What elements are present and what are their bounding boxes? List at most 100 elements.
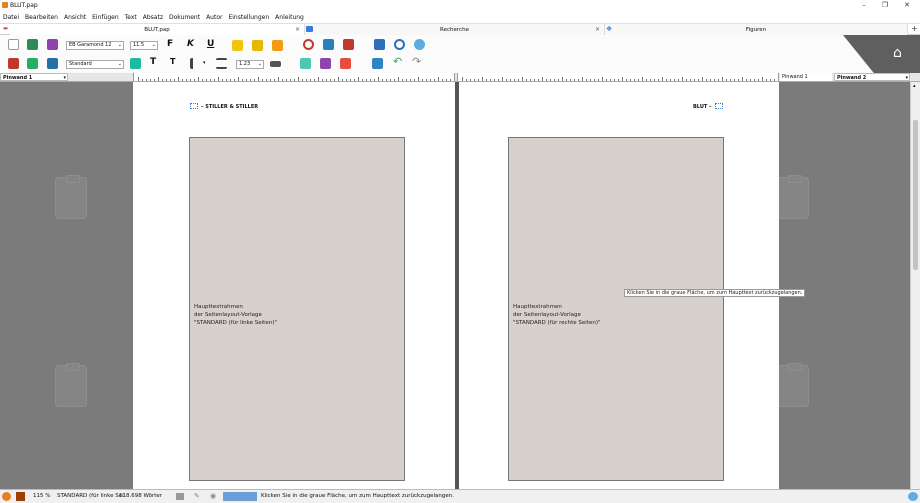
undo-icon[interactable]: ↶ xyxy=(393,55,402,68)
eye-icon[interactable]: ◉ xyxy=(210,492,216,500)
menu-anleitung[interactable]: Anleitung xyxy=(275,14,304,21)
papyrus-icon[interactable] xyxy=(2,492,11,501)
tab-add-button[interactable]: + xyxy=(911,24,918,33)
chevron-down-icon: ⌄ xyxy=(151,42,156,48)
frame-text-line: Haupttextrahmen xyxy=(513,304,562,310)
ruler-tick xyxy=(682,77,683,81)
left-page[interactable]: – STILLER & STILLER Haupttextrahmen der … xyxy=(133,82,455,489)
right-page[interactable]: BLUT – Haupttextrahmen der Seitenlayout-… xyxy=(459,82,779,489)
save-all-icon[interactable] xyxy=(27,58,38,69)
new-document-icon[interactable] xyxy=(8,39,19,50)
zoom-level[interactable]: 115 % xyxy=(33,493,50,499)
layout-view-icon[interactable] xyxy=(176,493,184,500)
scrollbar-thumb[interactable] xyxy=(913,120,918,270)
menu-datei[interactable]: Datei xyxy=(3,14,19,21)
redo-icon[interactable]: ↷ xyxy=(412,55,421,68)
save-icon[interactable] xyxy=(8,58,19,69)
close-button[interactable]: ✕ xyxy=(900,1,914,10)
style-sheet-icon[interactable] xyxy=(130,58,141,69)
menu-absatz[interactable]: Absatz xyxy=(143,14,163,21)
subscript-button[interactable]: T xyxy=(170,57,175,66)
open-document-icon[interactable] xyxy=(27,39,38,50)
indent-icon[interactable] xyxy=(270,61,281,67)
font-size-select[interactable]: 11.5 ⌄ xyxy=(130,41,158,50)
ruler-right[interactable] xyxy=(457,73,779,81)
highlight-icon[interactable] xyxy=(232,40,243,51)
bold-button[interactable]: F xyxy=(167,39,173,49)
font-size-value: 11.5 xyxy=(133,42,145,48)
tooltip: Klicken Sie in die graue Fläche, um zum … xyxy=(624,289,806,297)
layout-icon[interactable] xyxy=(372,58,383,69)
print-icon[interactable] xyxy=(47,39,58,50)
tab-blut[interactable]: BLUT.pap × xyxy=(10,24,305,35)
book-icon[interactable] xyxy=(16,492,25,501)
ruler-left[interactable] xyxy=(133,73,455,81)
font-name-select[interactable]: EB Garamond 12 ⌄ xyxy=(66,41,124,50)
search-icon[interactable] xyxy=(303,39,314,50)
tab-recherche[interactable]: Recherche × xyxy=(305,24,605,35)
help-bubble-icon[interactable] xyxy=(908,492,918,501)
document-workspace[interactable]: – STILLER & STILLER Haupttextrahmen der … xyxy=(0,82,910,489)
style-icon[interactable] xyxy=(47,58,58,69)
pinwand-left-select[interactable]: Pinwand 1 ▾ xyxy=(0,73,68,81)
menu-dokument[interactable]: Dokument xyxy=(169,14,200,21)
pinwand-right-select[interactable]: Pinwand 2 ▾ xyxy=(834,73,910,81)
thesaurus-icon[interactable] xyxy=(323,39,334,50)
ruler-tick xyxy=(470,79,471,81)
spellcheck-icon[interactable] xyxy=(343,39,354,50)
menu-einstellungen[interactable]: Einstellungen xyxy=(228,14,269,21)
menu-einfuegen[interactable]: Einfügen xyxy=(92,14,118,21)
superscript-button[interactable]: T xyxy=(150,57,156,67)
menu-bearbeiten[interactable]: Bearbeiten xyxy=(25,14,58,21)
status-bar: 115 % STANDARD (für linke Sei 118.698 Wö… xyxy=(0,489,920,503)
restore-button[interactable]: ❐ xyxy=(878,1,892,10)
zoom-icon[interactable] xyxy=(394,39,405,50)
ruler-tick xyxy=(306,79,307,81)
image-icon[interactable] xyxy=(300,58,311,69)
tab-close-icon[interactable]: × xyxy=(595,26,600,33)
menu-ansicht[interactable]: Ansicht xyxy=(64,14,86,21)
tab-label: Recherche xyxy=(440,26,469,33)
home-icon[interactable]: ⌂ xyxy=(893,45,902,61)
underline-button[interactable]: U xyxy=(207,39,214,49)
ruler-tick xyxy=(234,79,235,81)
right-main-text-frame[interactable]: Haupttextrahmen der Seitenlayout-Vorlage… xyxy=(508,137,724,481)
chevron-down-icon[interactable]: ▾ xyxy=(203,60,206,66)
menu-text[interactable]: Text xyxy=(125,14,137,21)
ruler-tick xyxy=(666,79,667,81)
marker-icon[interactable] xyxy=(252,40,263,51)
ruler-tick xyxy=(754,79,755,81)
vertical-scrollbar[interactable]: ▴ xyxy=(910,82,920,489)
tab-close-icon[interactable]: × xyxy=(295,26,300,33)
ruler-tick xyxy=(462,77,463,81)
list-icon[interactable] xyxy=(190,58,201,69)
scroll-up-icon[interactable]: ▴ xyxy=(913,83,916,89)
tab-label: BLUT.pap xyxy=(144,26,170,33)
comment-icon[interactable] xyxy=(272,40,283,51)
clipboard-icon xyxy=(777,175,809,219)
ruler-tick xyxy=(186,79,187,81)
ruler-tick xyxy=(190,79,191,81)
ruler-tick xyxy=(538,79,539,81)
ruler-tick xyxy=(326,79,327,81)
ruler-tick xyxy=(398,77,399,81)
ruler-tick xyxy=(242,79,243,81)
menu-autor[interactable]: Autor xyxy=(206,14,222,21)
tab-figuren[interactable]: ❖ Figuren xyxy=(605,24,908,35)
pdf-icon[interactable] xyxy=(340,58,351,69)
ruler-tick xyxy=(554,79,555,81)
pen-icon[interactable]: ✎ xyxy=(194,492,200,500)
table-icon[interactable] xyxy=(320,58,331,69)
notes-icon[interactable] xyxy=(374,39,385,50)
page-layout-status: STANDARD (für linke Sei xyxy=(57,493,124,499)
ruler-tick xyxy=(674,79,675,81)
speech-bubble-icon[interactable] xyxy=(414,39,425,50)
align-icon[interactable] xyxy=(216,58,227,69)
home-panel xyxy=(843,35,920,73)
left-main-text-frame[interactable]: Haupttextrahmen der Seitenlayout-Vorlage… xyxy=(189,137,405,481)
line-spacing-select[interactable]: 1.23 ⌄ xyxy=(236,60,264,69)
ruler-tick xyxy=(650,79,651,81)
paragraph-style-select[interactable]: Standard ⌄ xyxy=(66,60,124,69)
minimize-button[interactable]: – xyxy=(857,1,871,10)
italic-button[interactable]: K xyxy=(187,39,194,49)
